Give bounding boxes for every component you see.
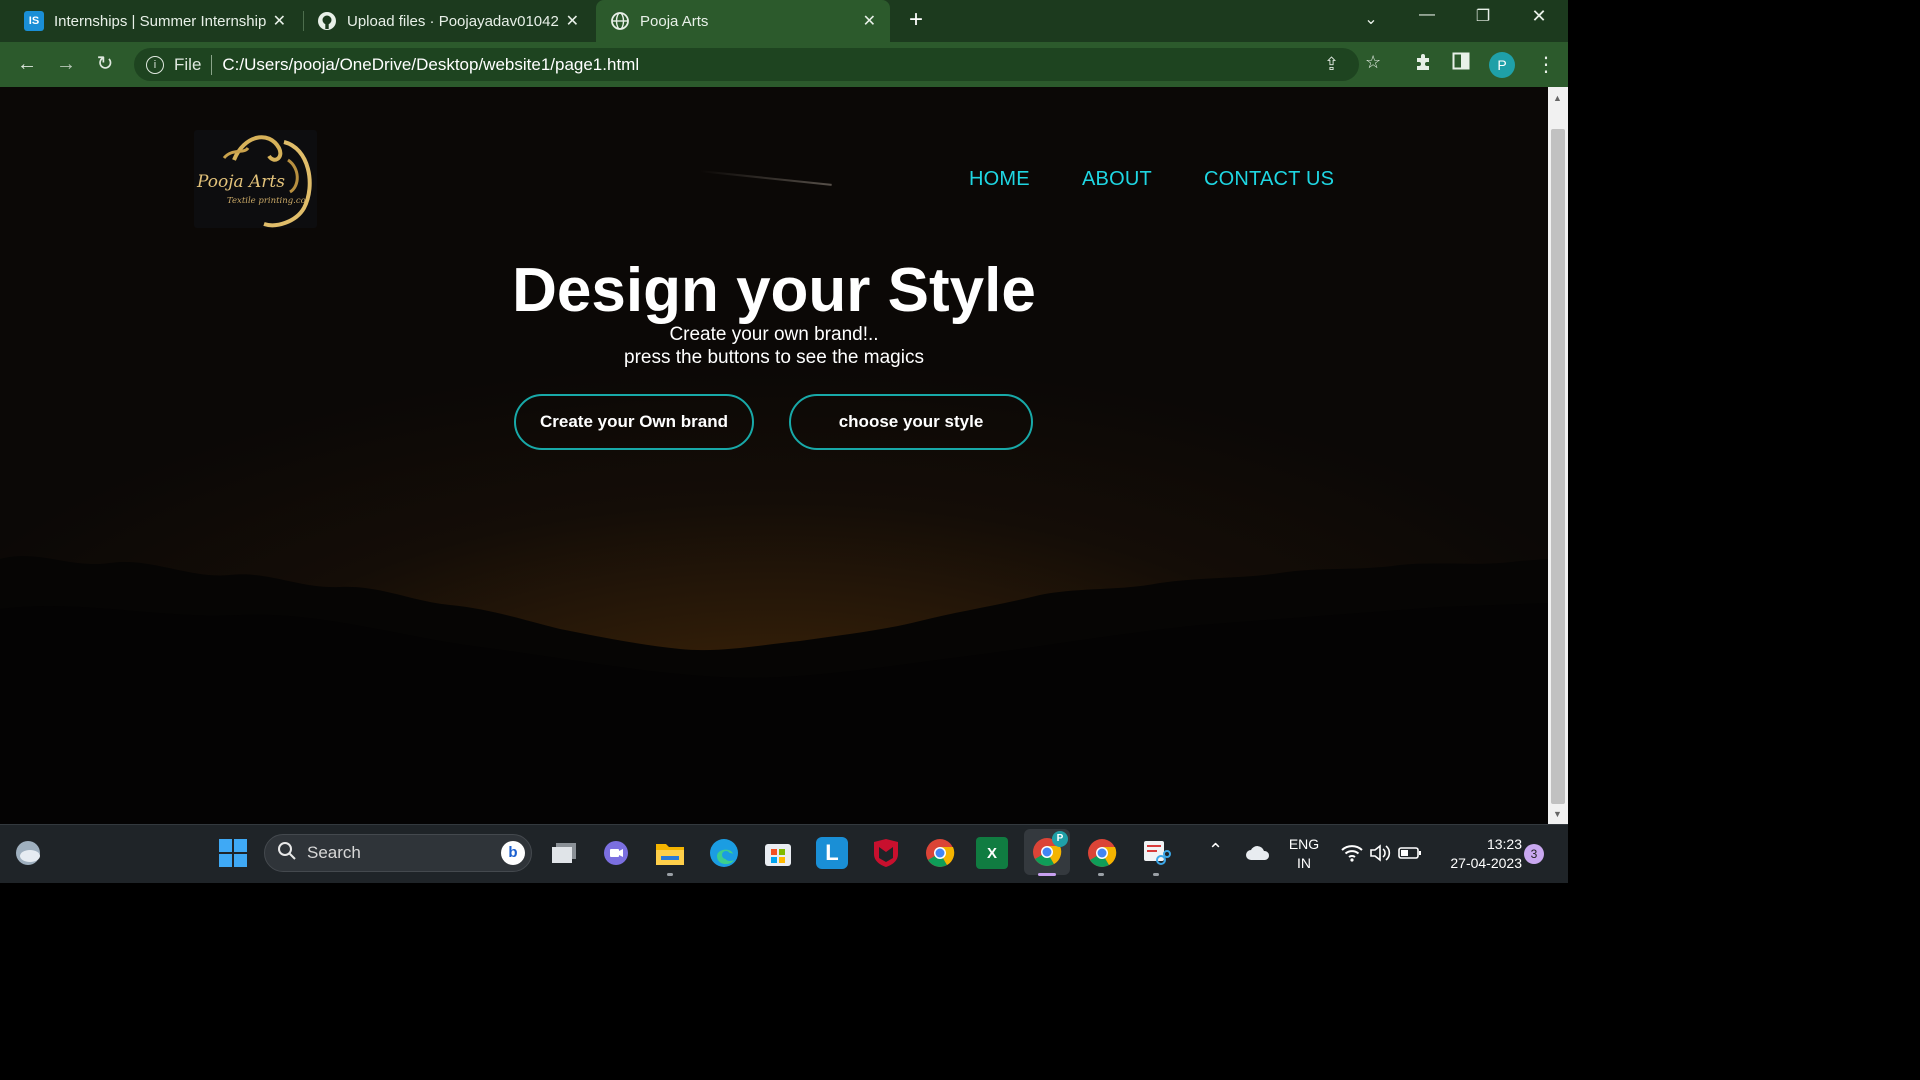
reload-icon[interactable]: ↻ <box>92 51 118 77</box>
new-tab-icon[interactable]: + <box>903 7 929 33</box>
tab-title: Upload files · Poojayadav010423/ <box>347 12 559 30</box>
browser-toolbar: ← → ↻ i File C:/Users/pooja/OneDrive/Des… <box>0 42 1568 87</box>
language-code: ENG <box>1288 836 1320 852</box>
windows-taskbar: Search b L X P ⌃ ENG IN 13:23 27-04-2023… <box>0 824 1568 883</box>
divider <box>211 54 213 75</box>
chrome-profile-active-icon[interactable]: P <box>1024 829 1070 875</box>
choose-style-button[interactable]: choose your style <box>789 394 1033 450</box>
tab-title: Internships | Summer Internship 2 <box>54 12 266 30</box>
bookmark-star-icon[interactable]: ☆ <box>1365 52 1381 73</box>
create-brand-button[interactable]: Create your Own brand <box>514 394 754 450</box>
back-icon[interactable]: ← <box>14 51 40 77</box>
globe-icon <box>610 11 630 31</box>
minimize-icon[interactable]: — <box>1407 6 1447 24</box>
logo-tagline: Textile printing.co <box>227 196 306 206</box>
hero-title: Design your Style <box>512 256 1036 325</box>
tab-upload-files[interactable]: Upload files · Poojayadav010423/ ✕ <box>303 0 593 42</box>
mcafee-icon[interactable] <box>870 837 902 869</box>
edge-icon[interactable] <box>708 837 740 869</box>
close-icon[interactable]: ✕ <box>566 11 579 31</box>
info-icon[interactable]: i <box>146 55 164 74</box>
close-icon[interactable]: ✕ <box>273 11 286 31</box>
scheme-label: File <box>174 54 202 74</box>
running-indicator <box>1098 873 1104 876</box>
volume-icon[interactable] <box>1364 837 1396 869</box>
chrome-icon[interactable] <box>924 837 956 869</box>
forest-silhouette <box>0 556 1548 824</box>
tab-pooja-arts[interactable]: Pooja Arts ✕ <box>596 0 890 42</box>
close-window-icon[interactable]: ✕ <box>1519 6 1559 27</box>
snipping-tool-icon[interactable] <box>1140 837 1172 869</box>
logo-text: Pooja Arts <box>197 172 285 192</box>
restore-icon[interactable]: ❐ <box>1463 6 1503 26</box>
file-explorer-icon[interactable] <box>654 837 686 869</box>
clock-time: 13:23 <box>1486 836 1522 852</box>
battery-icon[interactable] <box>1394 837 1426 869</box>
nav-home-link[interactable]: HOME <box>969 168 1030 191</box>
linkedin-learning-icon[interactable]: L <box>816 837 848 869</box>
notification-badge[interactable]: 3 <box>1524 844 1544 864</box>
tab-search-chevron-icon[interactable]: ⌄ <box>1351 9 1391 29</box>
active-indicator <box>1038 873 1056 876</box>
forward-icon[interactable]: → <box>53 51 79 77</box>
page-scrollbar[interactable]: ▲ ▼ <box>1548 87 1568 824</box>
shooting-star <box>700 170 832 186</box>
tab-strip: IS Internships | Summer Internship 2 ✕ U… <box>0 0 1568 42</box>
show-hidden-icons-chevron[interactable]: ⌃ <box>1208 841 1223 860</box>
address-bar[interactable]: i File C:/Users/pooja/OneDrive/Desktop/w… <box>134 48 1359 81</box>
task-view-icon[interactable] <box>548 837 580 869</box>
search-placeholder: Search <box>307 843 361 862</box>
running-indicator <box>1153 873 1159 876</box>
url-text[interactable]: C:/Users/pooja/OneDrive/Desktop/website1… <box>222 55 639 75</box>
scroll-down-icon[interactable]: ▼ <box>1553 809 1562 819</box>
tab-internships[interactable]: IS Internships | Summer Internship 2 ✕ <box>0 0 300 42</box>
github-icon <box>317 11 337 31</box>
profile-badge: P <box>1052 831 1068 847</box>
profile-avatar[interactable]: P <box>1489 52 1515 78</box>
scroll-thumb[interactable] <box>1551 129 1565 804</box>
running-indicator <box>667 873 673 876</box>
teams-chat-icon[interactable] <box>600 837 632 869</box>
windows-start-icon[interactable] <box>217 837 249 869</box>
hero-subtext: press the buttons to see the magics <box>624 347 924 368</box>
clock-date: 27-04-2023 <box>1450 855 1522 871</box>
bing-icon[interactable]: b <box>501 841 525 865</box>
nav-contact-link[interactable]: CONTACT US <box>1204 168 1334 191</box>
microsoft-store-icon[interactable] <box>762 837 794 869</box>
brand-logo[interactable]: Pooja Arts Textile printing.co <box>194 130 317 228</box>
close-icon[interactable]: ✕ <box>863 11 876 31</box>
menu-kebab-icon[interactable]: ⋮ <box>1536 52 1556 77</box>
extensions-icon[interactable] <box>1413 52 1433 77</box>
region-code: IN <box>1297 855 1311 871</box>
tab-title: Pooja Arts <box>640 12 709 30</box>
excel-icon[interactable]: X <box>976 837 1008 869</box>
taskbar-search[interactable]: Search b <box>264 834 532 872</box>
chrome-icon-2[interactable] <box>1086 837 1118 869</box>
share-icon[interactable]: ⇪ <box>1324 54 1339 75</box>
onedrive-icon[interactable] <box>1242 837 1274 869</box>
weather-icon[interactable] <box>12 837 44 869</box>
hero-tagline: Create your own brand!.. <box>669 324 879 345</box>
internshala-icon: IS <box>24 11 44 31</box>
nav-about-link[interactable]: ABOUT <box>1082 168 1152 191</box>
scroll-up-icon[interactable]: ▲ <box>1553 93 1562 103</box>
search-icon <box>277 841 297 866</box>
web-page: Pooja Arts Textile printing.co HOME ABOU… <box>0 87 1548 824</box>
side-panel-icon[interactable] <box>1452 52 1470 75</box>
language-indicator[interactable]: ENG IN <box>1284 835 1324 873</box>
clock[interactable]: 13:23 27-04-2023 <box>1432 835 1522 873</box>
